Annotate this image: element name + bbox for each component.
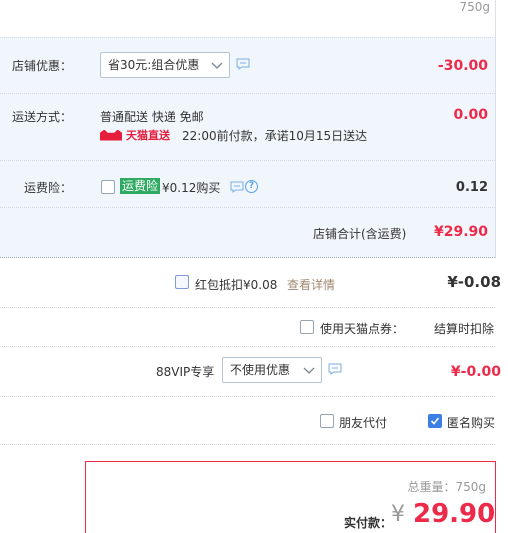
anonymous-label: 匿名购买 (447, 416, 496, 430)
divider (0, 346, 495, 347)
divider (0, 396, 495, 397)
redpacket-checkbox[interactable] (175, 275, 189, 289)
shop-discount-label: 店铺优惠： (11, 59, 72, 73)
shop-summary-panel: 店铺优惠： 省30元:组合优惠 -30.00 运送方式： 普通配送 快递 免邮 … (0, 37, 495, 258)
vip-label: 88VIP专享 (156, 365, 215, 379)
vip-select-value: 不使用优惠 (230, 363, 291, 377)
insurance-tag: 运费险 (120, 178, 161, 194)
shipping-methods: 普通配送 快递 免邮 (100, 110, 204, 124)
friend-pay-checkbox[interactable] (320, 414, 334, 428)
divider (0, 160, 495, 161)
divider (0, 444, 495, 445)
vip-amount: ¥-0.00 (450, 364, 501, 380)
tmall-direct-badge: 天猫直送 (100, 127, 170, 143)
friend-pay-label: 朋友代付 (339, 416, 388, 430)
shop-total-label: 店铺合计(含运费) (313, 227, 407, 241)
chevron-down-icon (303, 367, 315, 374)
shipping-label: 运送方式： (11, 110, 72, 124)
divider (0, 207, 495, 208)
insurance-price: ¥0.12购买 (162, 181, 221, 195)
top-weight: 750g (459, 0, 490, 14)
insurance-amount: 0.12 (455, 180, 488, 195)
chevron-down-icon (211, 62, 223, 69)
shipping-amount: 0.00 (453, 107, 488, 123)
payment-summary-box: 总重量：750g 实付款： ¥ 29.90 (85, 461, 496, 533)
tmall-logo-icon (100, 129, 122, 141)
check-icon (430, 417, 440, 425)
chat-icon[interactable] (236, 58, 250, 70)
insurance-checkbox[interactable] (101, 180, 115, 194)
chat-icon[interactable] (230, 181, 244, 193)
total-weight: 总重量：750g (407, 480, 486, 494)
redpacket-label: 红包抵扣¥0.08 (195, 278, 278, 292)
currency-symbol: ¥ (391, 502, 405, 527)
shipping-promise: 22:00前付款，承诺10月15日送达 (182, 129, 368, 143)
points-label: 使用天猫点券： (320, 322, 405, 336)
points-checkbox[interactable] (300, 320, 314, 334)
actual-payment-label: 实付款： (344, 516, 393, 530)
redpacket-details-link[interactable]: 查看详情 (287, 276, 335, 293)
help-icon[interactable]: ? (245, 180, 258, 193)
panel-border (495, 0, 496, 258)
points-note: 结算时扣除 (434, 322, 495, 336)
shop-discount-select[interactable]: 省30元:组合优惠 (100, 52, 230, 78)
vip-select[interactable]: 不使用优惠 (222, 357, 322, 383)
tmall-direct-text: 天猫直送 (126, 129, 170, 142)
divider (0, 93, 495, 94)
actual-payment-amount: 29.90 (413, 499, 496, 529)
divider (0, 307, 495, 308)
shop-discount-select-value: 省30元:组合优惠 (108, 58, 200, 72)
insurance-label: 运费险： (23, 181, 72, 195)
chat-icon[interactable] (328, 363, 342, 375)
shop-discount-amount: -30.00 (437, 58, 488, 74)
anonymous-checkbox[interactable] (428, 414, 442, 428)
redpacket-amount: ¥-0.08 (447, 273, 501, 291)
shop-total-amount: ¥29.90 (433, 224, 488, 240)
